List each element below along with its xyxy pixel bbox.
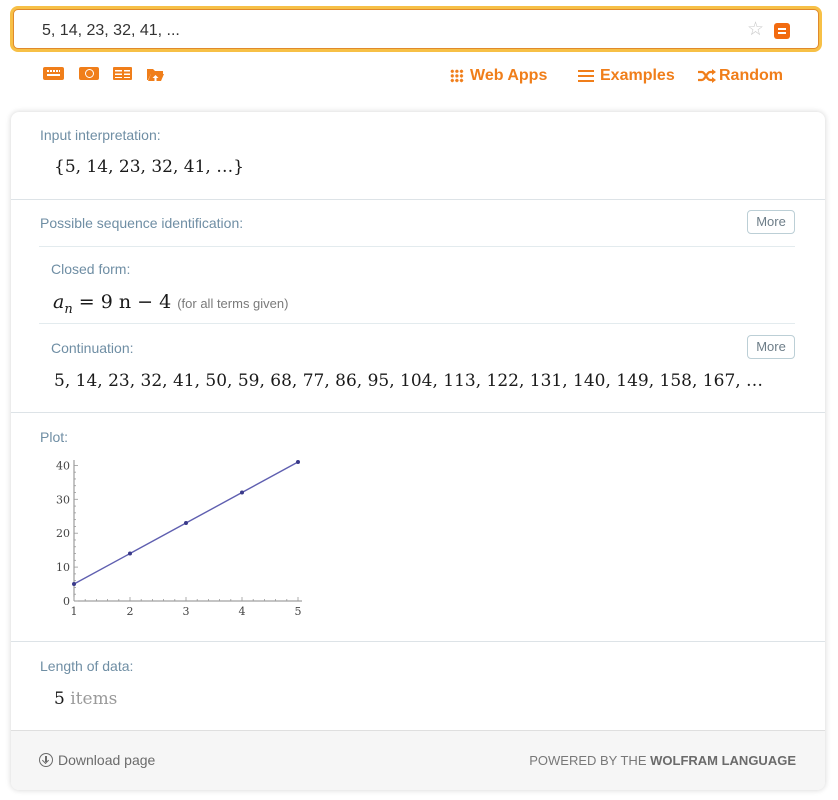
closed-form-title: Closed form: — [51, 261, 131, 277]
keyboard-icon[interactable] — [43, 67, 64, 80]
download-page-link[interactable]: Download page — [39, 752, 155, 768]
y-tick-label: 10 — [56, 561, 70, 574]
pod-title: Plot: — [40, 429, 69, 445]
data-point — [72, 582, 76, 587]
random-label: Random — [719, 67, 783, 84]
examples-label: Examples — [600, 67, 675, 84]
search-bar: ☆ — [10, 6, 822, 52]
card-footer: Download page POWERED BY THE WOLFRAM LAN… — [11, 730, 825, 790]
table-icon[interactable] — [113, 67, 132, 80]
camera-icon[interactable] — [79, 67, 99, 80]
y-tick-label: 20 — [56, 527, 70, 540]
random-link[interactable]: Random — [697, 67, 783, 85]
length-number: 5 — [54, 689, 65, 709]
length-of-data-pod: Length of data: 5 items — [11, 641, 825, 730]
powered-by: POWERED BY THE WOLFRAM LANGUAGE — [529, 753, 796, 768]
grid-icon — [450, 69, 464, 83]
compute-button[interactable] — [774, 23, 790, 39]
x-tick-label: 4 — [239, 605, 246, 618]
sequence-plot: 1 2 3 4 5 0 10 20 30 40 — [56, 459, 302, 618]
input-interpretation-value: {5, 14, 23, 32, 41, …} — [54, 157, 245, 177]
formula-note: (for all terms given) — [177, 296, 289, 311]
data-point — [240, 490, 244, 495]
pod-title: Length of data: — [40, 658, 134, 674]
pod-title: Possible sequence identification: — [40, 215, 244, 231]
powered-brand: WOLFRAM LANGUAGE — [650, 753, 796, 768]
examples-link[interactable]: Examples — [578, 67, 675, 85]
x-tick-label: 2 — [127, 605, 134, 618]
input-interpretation-pod: Input interpretation: {5, 14, 23, 32, 41… — [11, 112, 825, 199]
more-button[interactable]: More — [747, 335, 795, 359]
x-tick-label: 3 — [183, 605, 190, 618]
shuffle-icon — [697, 69, 716, 83]
formula-lhs: a — [53, 291, 65, 313]
sequence-identification-pod: Possible sequence identification: More C… — [11, 199, 825, 412]
formula-subscript: n — [64, 301, 73, 317]
y-tick-label: 30 — [56, 493, 70, 506]
download-icon — [39, 753, 53, 767]
star-icon[interactable]: ☆ — [747, 19, 764, 41]
divider — [39, 246, 795, 247]
formula-rhs: = 9 n − 4 — [78, 291, 172, 313]
data-point — [184, 521, 188, 526]
powered-prefix: POWERED BY THE — [529, 753, 647, 768]
divider — [39, 323, 795, 324]
y-tick-label: 0 — [63, 595, 70, 608]
x-tick-label: 5 — [295, 605, 302, 618]
closed-form-formula: an = 9 n − 4 (for all terms given) — [53, 291, 288, 317]
data-point — [128, 551, 132, 556]
search-input[interactable] — [42, 20, 722, 42]
more-button[interactable]: More — [747, 210, 795, 234]
length-unit: items — [70, 689, 118, 709]
data-point — [296, 460, 300, 464]
web-apps-link[interactable]: Web Apps — [450, 67, 547, 85]
y-tick-label: 40 — [56, 459, 70, 472]
results-card: Input interpretation: {5, 14, 23, 32, 41… — [11, 112, 825, 790]
search-box: ☆ — [13, 9, 819, 49]
length-value: 5 items — [54, 689, 117, 709]
web-apps-label: Web Apps — [470, 67, 548, 84]
pod-title: Input interpretation: — [40, 127, 161, 143]
continuation-title: Continuation: — [51, 340, 134, 356]
list-icon — [578, 69, 594, 83]
download-label: Download page — [58, 752, 156, 768]
folder-upload-icon[interactable] — [146, 67, 165, 82]
continuation-value: 5, 14, 23, 32, 41, 50, 59, 68, 77, 86, 9… — [54, 371, 764, 391]
x-tick-label: 1 — [71, 605, 78, 618]
